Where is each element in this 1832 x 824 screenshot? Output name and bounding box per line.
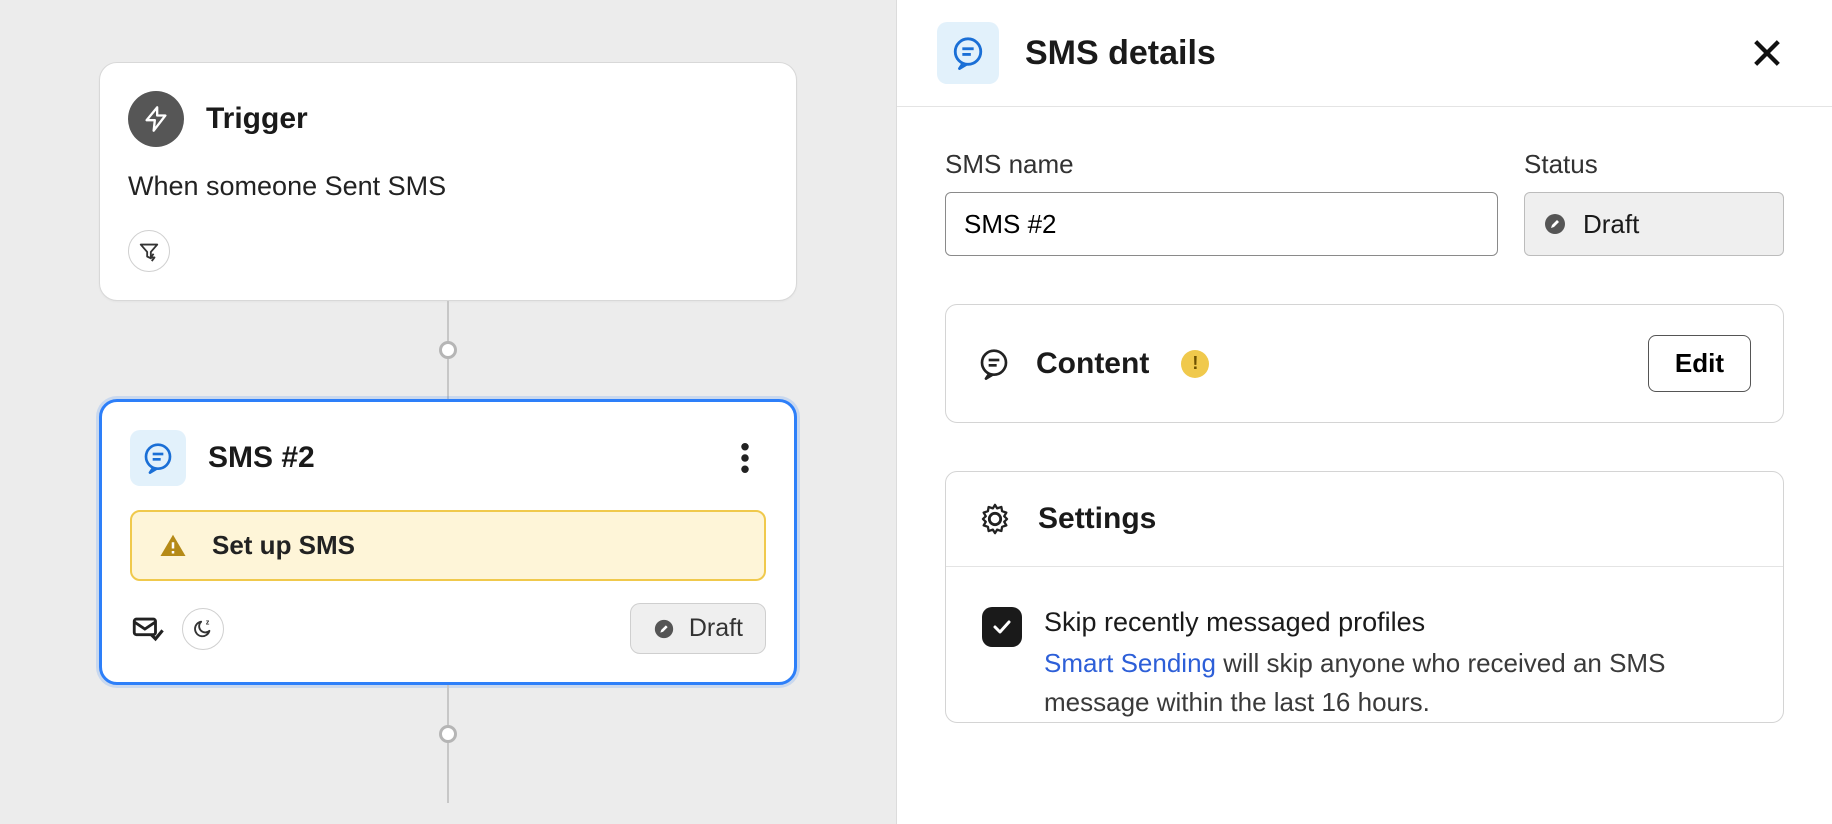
settings-section-title: Settings — [1038, 502, 1156, 536]
status-value: Draft — [1583, 209, 1639, 240]
gear-icon — [978, 502, 1012, 536]
sms-name-label: SMS name — [945, 149, 1498, 180]
close-button[interactable] — [1742, 28, 1792, 78]
skip-recently-messaged-checkbox[interactable] — [982, 607, 1022, 647]
sms-name-field-group: SMS name — [945, 149, 1498, 256]
flow-connector-anchor[interactable] — [439, 725, 457, 743]
sms-name-input[interactable] — [945, 192, 1498, 256]
sms-outline-icon — [978, 348, 1010, 380]
sms-node-card[interactable]: SMS #2 Set up SMS — [99, 399, 797, 685]
pencil-circle-icon — [1543, 212, 1567, 236]
skip-recently-messaged-row: Skip recently messaged profiles Smart Se… — [946, 567, 1783, 722]
flow-connector — [447, 359, 449, 399]
status-select[interactable]: Draft — [1524, 192, 1784, 256]
status-field-group: Status Draft — [1524, 149, 1784, 256]
edit-content-button[interactable]: Edit — [1648, 335, 1751, 392]
bolt-icon — [128, 91, 184, 147]
kebab-icon — [741, 443, 749, 473]
content-warning-badge: ! — [1181, 350, 1209, 378]
trigger-description: When someone Sent SMS — [128, 171, 768, 202]
setup-sms-warning-text: Set up SMS — [212, 530, 355, 561]
svg-text:z: z — [206, 618, 210, 626]
flow-connector — [447, 685, 449, 725]
flow-canvas: Trigger When someone Sent SMS — [0, 0, 896, 824]
setup-sms-warning[interactable]: Set up SMS — [130, 510, 766, 581]
panel-title: SMS details — [1025, 34, 1216, 73]
flow-connector — [447, 743, 449, 803]
sms-node-title: SMS #2 — [208, 441, 315, 475]
warning-triangle-icon — [158, 531, 188, 561]
more-options-button[interactable] — [724, 437, 766, 479]
trigger-card[interactable]: Trigger When someone Sent SMS — [99, 62, 797, 301]
details-panel: SMS details SMS name Status — [896, 0, 1832, 824]
panel-header: SMS details — [897, 0, 1832, 107]
content-section-title: Content — [1036, 347, 1149, 381]
node-status-text: Draft — [689, 614, 743, 643]
flow-connector — [447, 301, 449, 341]
pencil-circle-icon — [653, 618, 675, 640]
quiet-hours-icon[interactable]: z — [182, 608, 224, 650]
sms-icon — [937, 22, 999, 84]
node-status-pill[interactable]: Draft — [630, 603, 766, 654]
check-icon — [990, 615, 1014, 639]
sms-icon — [130, 430, 186, 486]
flow-connector-anchor[interactable] — [439, 341, 457, 359]
envelope-check-icon[interactable] — [130, 612, 164, 646]
trigger-filter-icon[interactable] — [128, 230, 170, 272]
close-icon — [1750, 36, 1784, 70]
status-label: Status — [1524, 149, 1784, 180]
skip-setting-description: Smart Sending will skip anyone who recei… — [1044, 644, 1747, 722]
settings-section: Settings Skip recently messaged profiles… — [945, 471, 1784, 723]
trigger-title: Trigger — [206, 102, 308, 136]
skip-setting-title: Skip recently messaged profiles — [1044, 607, 1747, 638]
smart-sending-link[interactable]: Smart Sending — [1044, 648, 1216, 678]
content-section: Content ! Edit — [945, 304, 1784, 423]
